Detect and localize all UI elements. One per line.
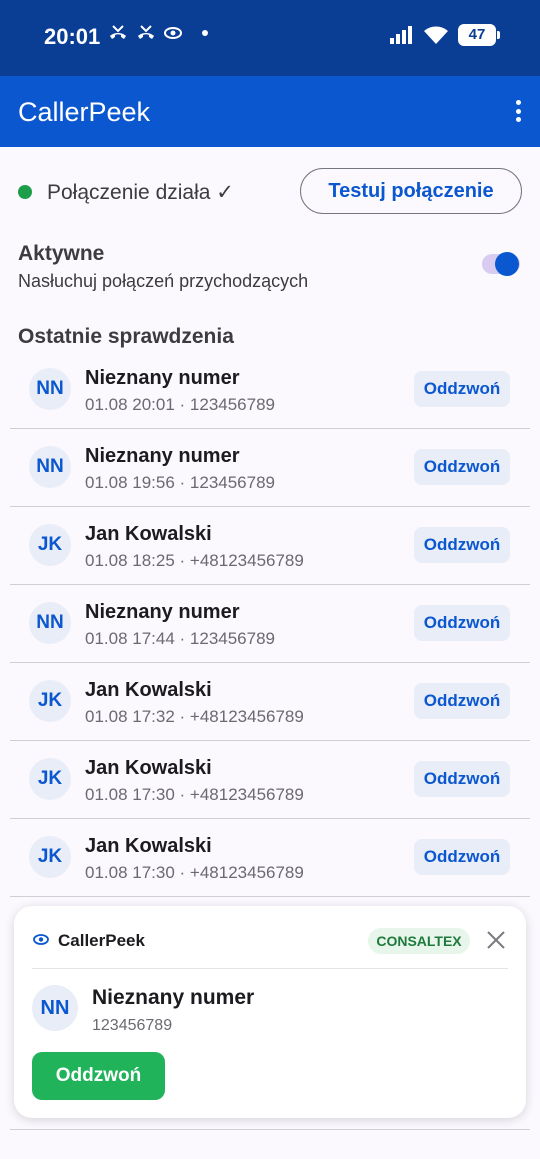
- missed-call-icon: [110, 25, 126, 39]
- status-bar: 20:01 47: [0, 0, 540, 76]
- call-back-button[interactable]: Oddzwoń: [414, 683, 510, 719]
- caller-tag-badge: CONSALTEX: [368, 928, 470, 954]
- app-title: CallerPeek: [18, 97, 151, 127]
- caller-name: Jan Kowalski: [85, 679, 212, 701]
- call-back-button[interactable]: Oddzwoń: [414, 605, 510, 641]
- notification-caller-name: Nieznany numer: [92, 986, 255, 1009]
- eye-icon: [164, 27, 182, 39]
- avatar: NN: [29, 446, 71, 488]
- call-meta: 01.08 17:32 · +48123456789: [85, 707, 304, 726]
- call-meta: 01.08 20:01 · 123456789: [85, 395, 276, 414]
- avatar: NN: [32, 985, 78, 1031]
- battery-icon: 47: [458, 24, 500, 46]
- app-bar: CallerPeek: [0, 76, 540, 147]
- wifi-icon: [424, 26, 448, 44]
- avatar: JK: [29, 758, 71, 800]
- caller-notification-card[interactable]: CallerPeek CONSALTEX NN Nieznany numer 1…: [14, 906, 526, 1118]
- list-item[interactable]: JK Jan Kowalski 01.08 17:32 · +481234567…: [10, 663, 530, 741]
- avatar: NN: [29, 368, 71, 410]
- active-subtitle: Nasłuchuj połączeń przychodzących: [18, 271, 309, 291]
- connection-row: Połączenie działa ✓ Testuj połączenie: [18, 168, 522, 214]
- call-meta: 01.08 17:30 · +48123456789: [85, 785, 304, 804]
- call-meta: 01.08 19:56 · 123456789: [85, 473, 276, 492]
- connection-status-dot: [18, 185, 32, 199]
- connection-status-text: Połączenie działa ✓: [47, 181, 234, 204]
- close-icon[interactable]: [484, 928, 508, 952]
- caller-name: Nieznany numer: [85, 601, 240, 623]
- caller-name: Jan Kowalski: [85, 835, 212, 857]
- caller-name: Jan Kowalski: [85, 523, 212, 545]
- call-back-button[interactable]: Oddzwoń: [414, 449, 510, 485]
- recent-section-title: Ostatnie sprawdzenia: [18, 325, 234, 348]
- caller-name: Nieznany numer: [85, 367, 240, 389]
- missed-call-icon: [138, 25, 154, 39]
- active-title: Aktywne: [18, 242, 105, 265]
- recent-call-list: NN Nieznany numer 01.08 20:01 · 12345678…: [10, 351, 530, 897]
- toggle-knob: [495, 252, 519, 276]
- call-meta: 01.08 17:44 · 123456789: [85, 629, 276, 648]
- notification-app-name: CallerPeek: [58, 931, 145, 950]
- status-system-icons: 47: [390, 24, 500, 46]
- call-meta: 01.08 18:25 · +48123456789: [85, 551, 304, 570]
- avatar: JK: [29, 524, 71, 566]
- avatar: JK: [29, 680, 71, 722]
- test-connection-button[interactable]: Testuj połączenie: [300, 168, 522, 214]
- list-item[interactable]: JK Jan Kowalski 01.08 17:30 · +481234567…: [10, 819, 530, 897]
- status-time: 20:01: [44, 24, 101, 49]
- call-meta: 01.08 17:30 · +48123456789: [85, 863, 304, 882]
- notification-call-back-button[interactable]: Oddzwoń: [32, 1052, 165, 1100]
- list-divider: [10, 1129, 530, 1130]
- avatar: NN: [29, 602, 71, 644]
- call-back-button[interactable]: Oddzwoń: [414, 839, 510, 875]
- list-item[interactable]: NN Nieznany numer 01.08 20:01 · 12345678…: [10, 351, 530, 429]
- eye-icon: [33, 934, 49, 945]
- list-item[interactable]: NN Nieznany numer 01.08 19:56 · 12345678…: [10, 429, 530, 507]
- more-notifications-dot: [202, 30, 208, 36]
- notification-divider: [32, 968, 508, 969]
- list-item[interactable]: JK Jan Kowalski 01.08 17:30 · +481234567…: [10, 741, 530, 819]
- call-back-button[interactable]: Oddzwoń: [414, 527, 510, 563]
- active-toggle[interactable]: [482, 252, 520, 276]
- caller-name: Nieznany numer: [85, 445, 240, 467]
- call-back-button[interactable]: Oddzwoń: [414, 761, 510, 797]
- list-item[interactable]: NN Nieznany numer 01.08 17:44 · 12345678…: [10, 585, 530, 663]
- call-back-button[interactable]: Oddzwoń: [414, 371, 510, 407]
- status-notification-icons: [108, 24, 208, 42]
- caller-name: Jan Kowalski: [85, 757, 212, 779]
- list-item[interactable]: JK Jan Kowalski 01.08 18:25 · +481234567…: [10, 507, 530, 585]
- more-options-icon[interactable]: [514, 100, 522, 122]
- signal-icon: [390, 26, 412, 44]
- avatar: JK: [29, 836, 71, 878]
- notification-caller-number: 123456789: [92, 1017, 173, 1034]
